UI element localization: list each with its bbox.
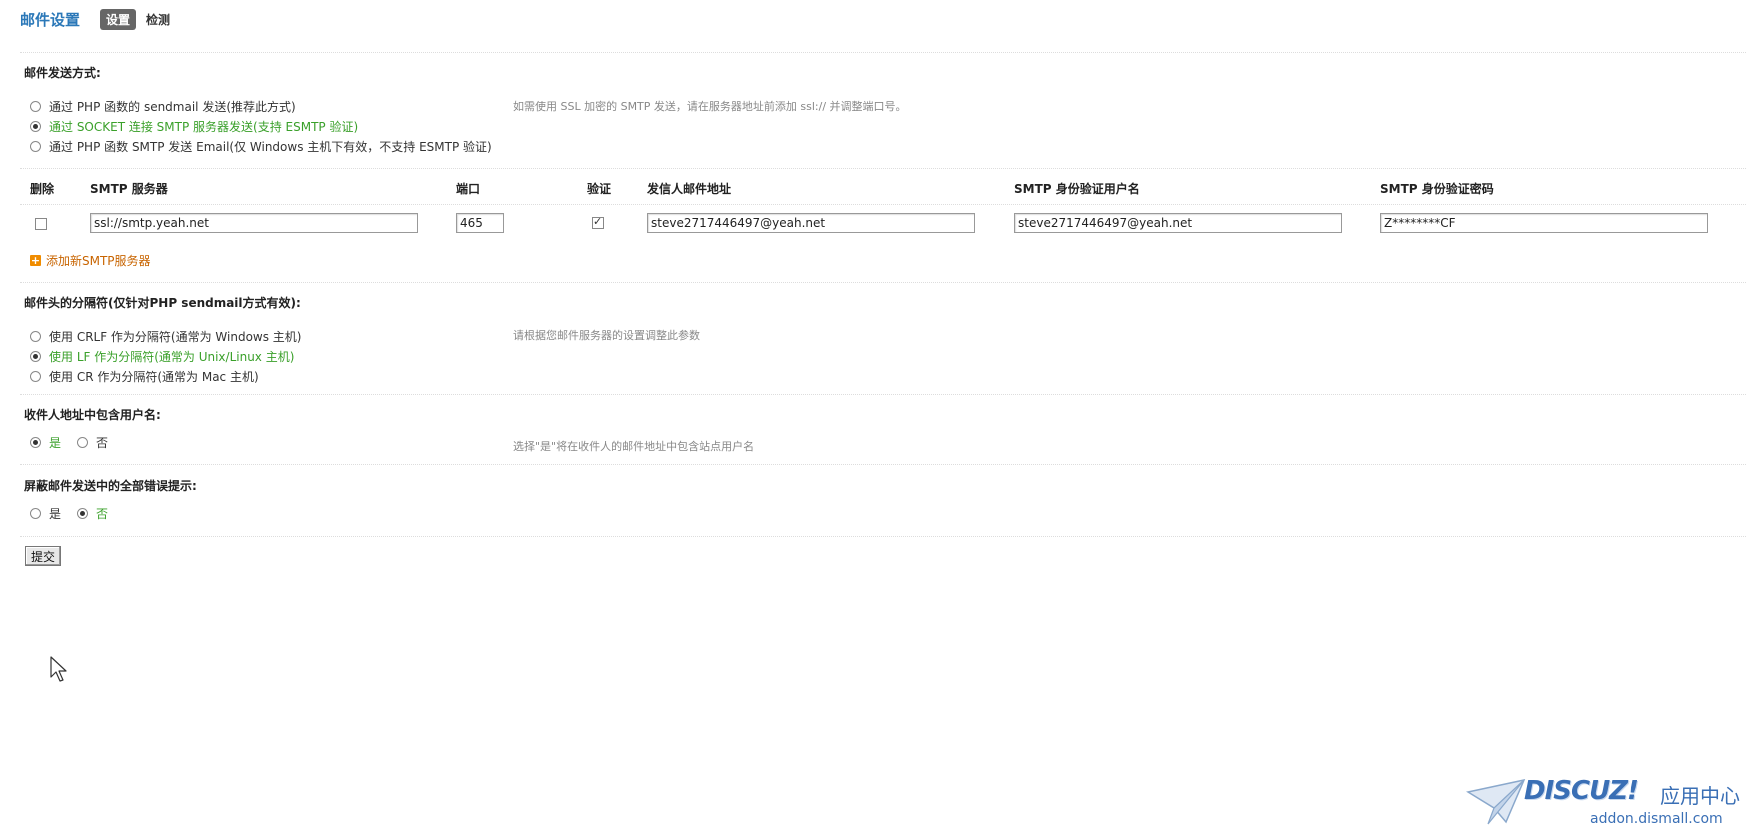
radio-checked-icon[interactable]: [30, 350, 41, 362]
radio-icon[interactable]: [30, 507, 41, 519]
add-smtp-server-link[interactable]: + 添加新SMTP服务器: [30, 252, 151, 269]
watermark-url: addon.dismall.com: [1590, 811, 1723, 827]
option-label: 是: [49, 506, 62, 521]
include-username-title: 收件人地址中包含用户名:: [24, 408, 161, 422]
paper-plane-icon: [1466, 778, 1526, 825]
separator-hint: 请根据您邮件服务器的设置调整此参数: [513, 329, 700, 342]
page-header: 邮件设置 设置 检测: [20, 8, 170, 30]
divider: [20, 282, 1746, 283]
silent-errors-title: 屏蔽邮件发送中的全部错误提示:: [24, 479, 197, 493]
send-method-option-sendmail[interactable]: 通过 PHP 函数的 sendmail 发送(推荐此方式): [30, 97, 296, 115]
silent-errors-no[interactable]: 否: [77, 504, 108, 522]
option-label: 使用 LF 作为分隔符(通常为 Unix/Linux 主机): [49, 349, 295, 364]
option-label: 是: [49, 435, 62, 450]
col-header-port: 端口: [456, 182, 481, 196]
add-smtp-server-label: 添加新SMTP服务器: [46, 254, 151, 268]
option-label: 通过 PHP 函数 SMTP 发送 Email(仅 Windows 主机下有效，…: [49, 139, 492, 154]
send-method-option-socket[interactable]: 通过 SOCKET 连接 SMTP 服务器发送(支持 ESMTP 验证): [30, 117, 358, 135]
submit-button[interactable]: 提交: [25, 546, 61, 566]
option-label: 使用 CR 作为分隔符(通常为 Mac 主机): [49, 369, 259, 384]
radio-checked-icon[interactable]: [77, 507, 88, 519]
divider: [20, 536, 1746, 537]
include-username-hint: 选择"是"将在收件人的邮件地址中包含站点用户名: [513, 440, 755, 453]
divider: [20, 394, 1746, 395]
radio-icon[interactable]: [30, 370, 41, 382]
discuz-watermark: DISCUZ! 应用中心 addon.dismall.com: [1466, 776, 1751, 834]
col-header-server: SMTP 服务器: [90, 182, 168, 196]
send-method-hint: 如需使用 SSL 加密的 SMTP 发送，请在服务器地址前添加 ssl:// 并…: [513, 100, 907, 113]
smtp-port-input[interactable]: [456, 213, 504, 233]
send-method-option-php-smtp[interactable]: 通过 PHP 函数 SMTP 发送 Email(仅 Windows 主机下有效，…: [30, 137, 492, 155]
mouse-cursor-icon: [50, 656, 67, 682]
col-header-from: 发信人邮件地址: [647, 182, 732, 196]
col-header-auth: 验证: [587, 182, 612, 196]
from-email-input[interactable]: [647, 213, 975, 233]
radio-icon[interactable]: [30, 140, 41, 152]
radio-checked-icon[interactable]: [30, 436, 41, 448]
separator-option-lf[interactable]: 使用 LF 作为分隔符(通常为 Unix/Linux 主机): [30, 347, 294, 365]
delete-checkbox[interactable]: [35, 218, 47, 230]
separator-option-cr[interactable]: 使用 CR 作为分隔符(通常为 Mac 主机): [30, 367, 259, 385]
col-header-delete: 删除: [30, 182, 55, 196]
watermark-brand: DISCUZ!: [1524, 776, 1639, 806]
option-label: 使用 CRLF 作为分隔符(通常为 Windows 主机): [49, 329, 302, 344]
plus-icon: +: [30, 254, 41, 267]
tab-settings[interactable]: 设置: [100, 8, 137, 30]
include-username-yes[interactable]: 是: [30, 433, 61, 451]
radio-icon[interactable]: [30, 330, 41, 342]
send-method-title: 邮件发送方式:: [24, 66, 101, 80]
page-title: 邮件设置: [20, 10, 81, 29]
separator-option-crlf[interactable]: 使用 CRLF 作为分隔符(通常为 Windows 主机): [30, 327, 302, 345]
silent-errors-yes[interactable]: 是: [30, 504, 61, 522]
col-header-username: SMTP 身份验证用户名: [1014, 182, 1140, 196]
tab-check[interactable]: 检测: [146, 11, 170, 28]
divider: [20, 168, 1746, 169]
option-label: 否: [96, 506, 109, 521]
divider: [20, 464, 1746, 465]
divider: [20, 204, 1746, 205]
radio-icon[interactable]: [77, 436, 88, 448]
smtp-server-input[interactable]: [90, 213, 418, 233]
auth-password-input[interactable]: [1380, 213, 1708, 233]
auth-username-input[interactable]: [1014, 213, 1342, 233]
col-header-password: SMTP 身份验证密码: [1380, 182, 1494, 196]
divider: [20, 52, 1746, 53]
include-username-no[interactable]: 否: [77, 433, 108, 451]
watermark-cn: 应用中心: [1660, 784, 1740, 808]
radio-icon[interactable]: [30, 100, 41, 112]
auth-checkbox[interactable]: [592, 215, 604, 229]
option-label: 通过 PHP 函数的 sendmail 发送(推荐此方式): [49, 99, 296, 114]
option-label: 通过 SOCKET 连接 SMTP 服务器发送(支持 ESMTP 验证): [49, 119, 359, 134]
radio-checked-icon[interactable]: [30, 120, 41, 132]
separator-title: 邮件头的分隔符(仅针对PHP sendmail方式有效):: [24, 296, 301, 310]
option-label: 否: [96, 435, 109, 450]
